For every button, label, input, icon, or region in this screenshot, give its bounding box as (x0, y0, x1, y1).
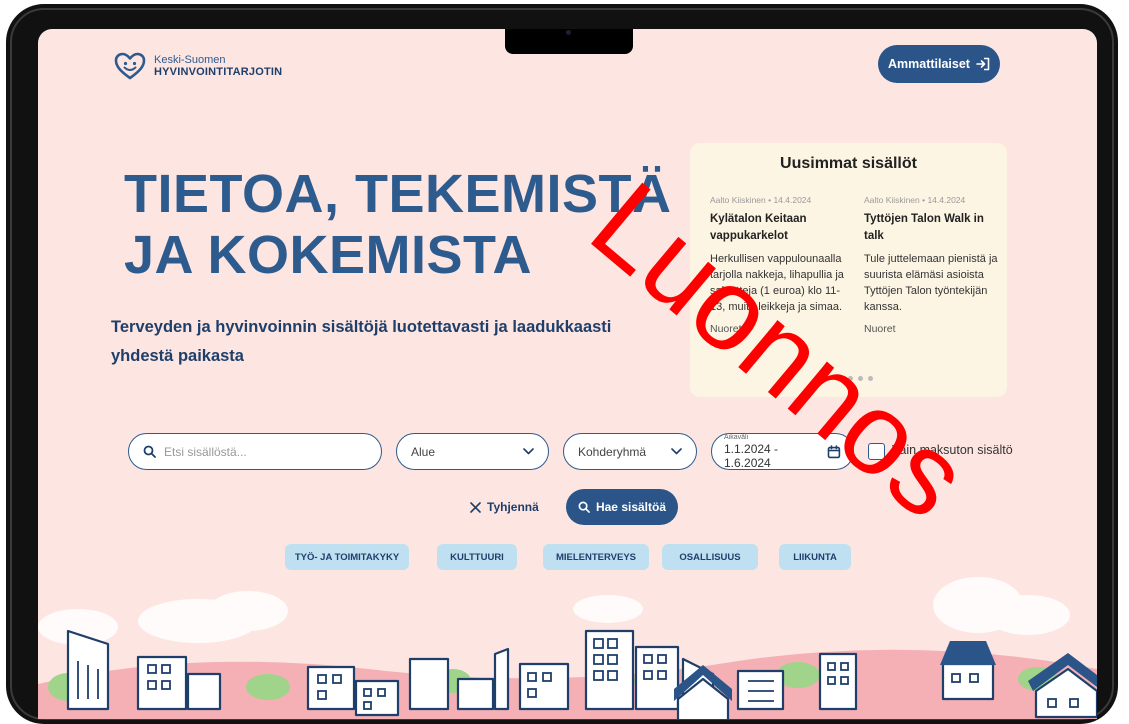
free-content-checkbox[interactable] (868, 443, 885, 460)
free-content-label[interactable]: Vain maksuton sisältö (892, 443, 1013, 457)
target-group-label: Kohderyhmä (578, 444, 647, 459)
search-icon (578, 501, 590, 513)
card-tag: Nuoret (864, 323, 896, 335)
search-icon (143, 445, 156, 458)
card-title: Tyttöjen Talon Walk in talk (864, 213, 984, 242)
card-title: Kylätalon Keitaan vappukarkelot (710, 213, 807, 242)
carousel-dot[interactable] (868, 376, 873, 381)
clear-button[interactable]: Tyhjennä (470, 500, 539, 514)
date-range-label: Aikaväli (724, 433, 749, 441)
card-tag: Nuoret (710, 323, 742, 335)
latest-heading: Uusimmat sisällöt (780, 155, 917, 172)
calendar-icon[interactable] (827, 444, 841, 459)
carousel-dot[interactable] (858, 376, 863, 381)
area-select-label: Alue (411, 444, 436, 459)
latest-content-panel: Uusimmat sisällöt Aalto Kiiskinen • 14.4… (690, 143, 1007, 397)
category-chip-participation[interactable]: OSALLISUUS (662, 544, 758, 570)
close-icon (470, 501, 481, 513)
search-submit-label: Hae sisältöä (595, 500, 667, 514)
screen: Keski-Suomen HYVINVOINTITARJOTIN Ammatti… (38, 29, 1097, 719)
town-illustration (38, 577, 1097, 719)
date-range-input[interactable]: Aikaväli 1.1.2024 - 1.6.2024 (711, 433, 854, 470)
category-chip-mental-health[interactable]: MIELENTERVEYS (543, 544, 649, 570)
search-input[interactable]: Etsi sisällöstä... (128, 433, 382, 470)
chevron-down-icon (523, 448, 534, 455)
login-icon (976, 57, 990, 71)
site-logo[interactable]: Keski-Suomen HYVINVOINTITARJOTIN (114, 51, 282, 81)
hero-subtitle: Terveyden ja hyvinvoinnin sisältöjä luot… (111, 318, 612, 365)
category-chip-culture[interactable]: KULTTUURI (437, 544, 517, 570)
search-submit-button[interactable]: Hae sisältöä (566, 489, 678, 525)
chevron-down-icon (671, 448, 682, 455)
camera-dot (566, 30, 571, 35)
carousel-dot[interactable] (838, 376, 843, 381)
date-range-value: 1.1.2024 - 1.6.2024 (724, 441, 779, 470)
card-text: Herkullisen vappulounaalla tarjolla nakk… (710, 253, 844, 313)
carousel-dot[interactable] (848, 376, 853, 381)
card-meta: Aalto Kiiskinen • 14.4.2024 (710, 195, 812, 205)
category-chip-exercise[interactable]: LIIKUNTA (779, 544, 851, 570)
clear-button-label: Tyhjennä (487, 500, 539, 514)
professionals-button-label: Ammattilaiset (888, 57, 970, 71)
hero-title: TIETOA, TEKEMISTÄ JA KOKEMISTA (124, 164, 672, 285)
content-card[interactable]: Aalto Kiiskinen • 14.4.2024 Kylätalon Ke… (710, 195, 845, 335)
professionals-button[interactable]: Ammattilaiset (878, 45, 1000, 83)
content-card[interactable]: Aalto Kiiskinen • 14.4.2024 Tyttöjen Tal… (864, 195, 999, 335)
area-select[interactable]: Alue (396, 433, 549, 470)
card-text: Tule juttelemaan pienistä ja suurista el… (864, 253, 998, 313)
heart-smile-icon (114, 52, 146, 80)
logo-line-2: HYVINVOINTITARJOTIN (154, 66, 283, 78)
card-meta: Aalto Kiiskinen • 14.4.2024 (864, 195, 966, 205)
target-group-select[interactable]: Kohderyhmä (563, 433, 697, 470)
category-chip-work[interactable]: TYÖ- JA TOIMITAKYKY (285, 544, 409, 570)
carousel-dots[interactable] (838, 376, 873, 381)
logo-line-1: Keski-Suomen (154, 54, 226, 66)
search-placeholder: Etsi sisällöstä... (164, 444, 247, 459)
